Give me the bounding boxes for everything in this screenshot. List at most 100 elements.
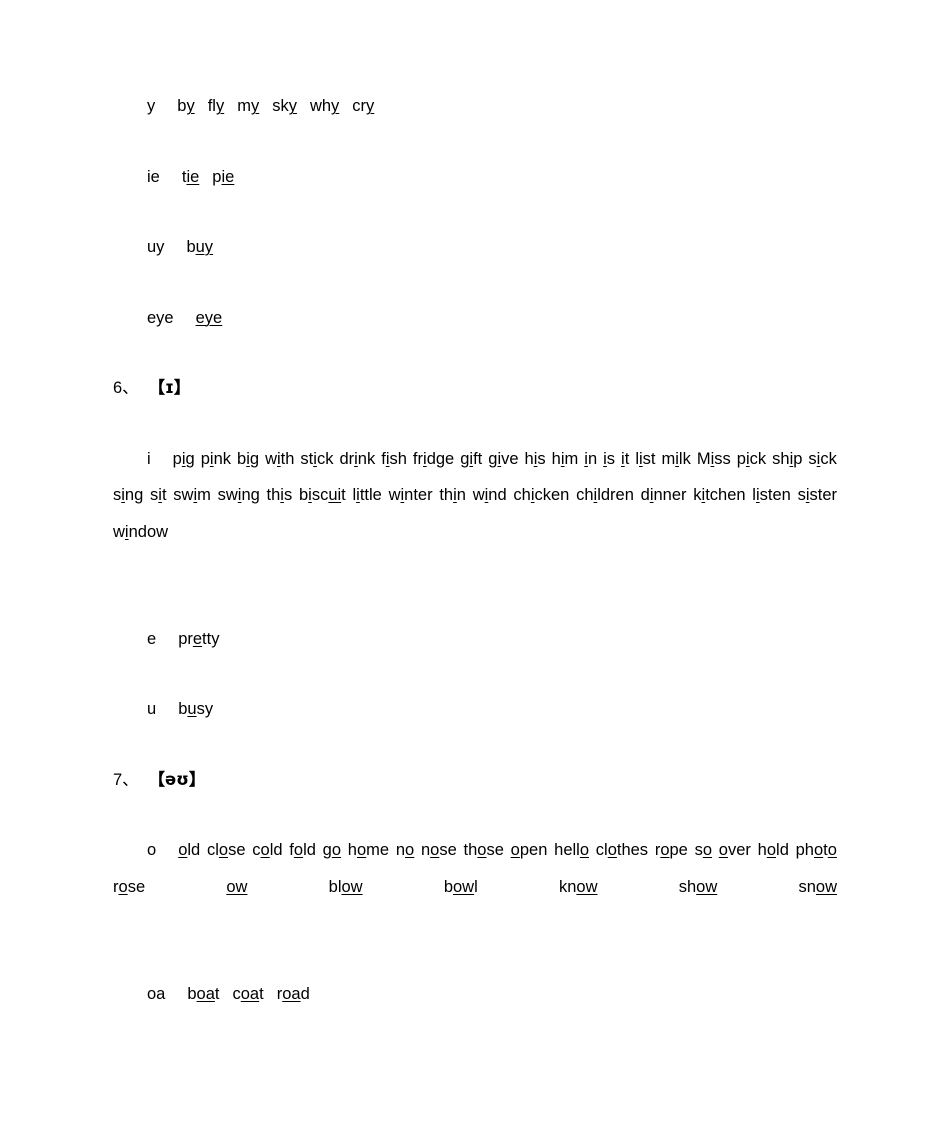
example-word: Miss (697, 450, 731, 468)
underlined-grapheme: ow (226, 877, 248, 896)
word-suffix: ng (241, 486, 260, 504)
document-page: y by fly my sky why cry ie tie pie uy buy eye eye 6、 【ɪ… (0, 0, 945, 1123)
example-word: nose (421, 841, 457, 859)
underlined-grapheme: o (702, 841, 713, 859)
underlined-grapheme: y (366, 97, 375, 115)
word-prefix: th (439, 486, 454, 504)
underlined-grapheme: oa (282, 984, 301, 1003)
word-prefix: m (661, 449, 676, 468)
underlined-grapheme: ow (696, 877, 718, 896)
example-word: it (621, 450, 629, 468)
example-word: pick (737, 450, 766, 468)
word-prefix: b (298, 486, 309, 504)
underlined-grapheme: e (192, 629, 203, 648)
underlined-grapheme: ie (221, 167, 235, 186)
word-prefix: g (322, 841, 332, 859)
example-word: old (178, 841, 200, 859)
word-suffix: m (564, 449, 579, 468)
example-word: drink (339, 450, 375, 468)
example-word: this (267, 486, 293, 504)
document-content: y by fly my sky why cry ie tie pie uy buy eye eye 6、 【ɪ… (113, 88, 837, 1012)
word-prefix: s (808, 449, 817, 468)
word-suffix: s (537, 449, 546, 468)
word-prefix: sh (772, 449, 790, 468)
example-word: fish (381, 450, 407, 468)
word-suffix: s (283, 486, 293, 504)
example-word: wind (473, 486, 507, 504)
example-word: home (348, 841, 389, 859)
example-word: thin (439, 486, 466, 504)
example-word: winter (389, 486, 433, 504)
word-suffix: ld (187, 841, 201, 859)
word-suffix: n (587, 449, 598, 468)
underlined-grapheme-2: o (827, 841, 837, 859)
underlined-grapheme: o (405, 841, 415, 859)
word-prefix: th (266, 486, 281, 504)
word-suffix: ck (749, 449, 767, 468)
word-suffix: tchen (705, 486, 746, 504)
example-word: with (265, 450, 294, 468)
word-suffix: nk (213, 449, 232, 468)
underlined-grapheme: ow (815, 877, 838, 896)
word-prefix: cr (352, 97, 367, 115)
word-prefix: m (237, 97, 251, 115)
section-heading: 7、 【əʊ】 (113, 762, 837, 799)
underlined-grapheme: oa (196, 984, 215, 1003)
underlined-grapheme: o (331, 841, 342, 859)
underlined-grapheme: y (288, 97, 297, 115)
word-prefix: st (300, 449, 314, 468)
pattern-row: oa boat coat road (113, 976, 837, 1013)
word-suffix: g (185, 449, 195, 468)
underlined-grapheme: o (178, 841, 188, 859)
word-suffix: st (642, 449, 656, 468)
word-suffix: nner (653, 486, 687, 504)
example-word: bowl (444, 878, 478, 896)
word-prefix: b (443, 877, 453, 896)
pattern-row: eye eye (113, 300, 837, 337)
word-suffix: ld (303, 841, 316, 859)
word-prefix: h (757, 841, 767, 859)
example-word: hello (554, 841, 589, 859)
underlined-grapheme: o (510, 841, 520, 859)
word-suffix: dge (426, 449, 455, 468)
example-word: road (277, 985, 310, 1003)
example-word: ow (226, 878, 247, 896)
word-prefix: h (524, 449, 534, 468)
section-number: 6、 (113, 379, 139, 397)
word-prefix: n (420, 841, 431, 859)
underlined-grapheme-2: ui (328, 486, 342, 504)
word-suffix: d (300, 984, 310, 1003)
spelling-pattern-label: ie (147, 167, 160, 186)
underlined-grapheme: eye (195, 308, 223, 327)
example-word: dinner (641, 486, 687, 504)
example-word: snow (798, 878, 837, 896)
example-word: little (352, 486, 381, 504)
example-word: pie (212, 168, 234, 186)
example-word: over (719, 841, 751, 859)
word-suffix: m (197, 486, 211, 504)
word-suffix: ck (820, 449, 837, 468)
word-suffix: sc (311, 486, 329, 504)
word-suffix: sy (196, 700, 214, 718)
example-word: kitchen (693, 486, 745, 504)
word-suffix: ld (776, 841, 789, 859)
word-prefix: p (736, 449, 746, 468)
word-prefix: s (694, 841, 703, 859)
underlined-grapheme: o (293, 841, 304, 859)
word-prefix: sw (173, 486, 194, 504)
example-word: know (559, 878, 598, 896)
example-word: sit (150, 486, 167, 504)
word-prefix: ph (795, 841, 814, 859)
word-prefix: h (347, 841, 357, 859)
word-prefix: fl (207, 97, 216, 115)
spelling-pattern-label: oa (147, 984, 166, 1003)
underlined-grapheme: o (660, 841, 670, 859)
word-prefix: wh (309, 97, 332, 115)
example-word: why (310, 97, 339, 115)
word-suffix: se (127, 877, 146, 896)
word-suffix: se (439, 841, 457, 859)
word-suffix: t (161, 486, 167, 504)
example-word: those (464, 841, 504, 859)
word-suffix: thes (616, 841, 649, 859)
word-prefix: c (232, 984, 241, 1003)
